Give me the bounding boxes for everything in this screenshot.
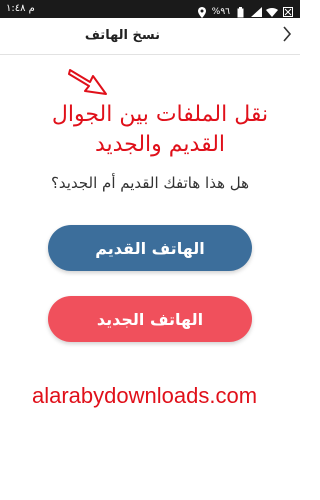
page-title: نسخ الهاتف xyxy=(84,28,160,43)
new-phone-button[interactable]: الهاتف الجديد xyxy=(48,296,252,342)
question-text: هل هذا هاتفك القديم أم الجديد؟ xyxy=(50,174,250,192)
annotation-line-2: القديم والجديد xyxy=(94,132,226,157)
watermark: alarabydownloads.com xyxy=(32,383,258,408)
notification-icon xyxy=(282,6,294,18)
location-icon xyxy=(196,6,208,18)
chevron-right-icon xyxy=(282,26,292,46)
back-button[interactable] xyxy=(274,18,300,54)
status-time: م ١:٤٨ xyxy=(6,3,35,14)
bottom-strip xyxy=(0,492,300,500)
arrow-icon xyxy=(68,60,112,96)
annotation-caption: نقل الملفات بين الجوال القديم والجديد xyxy=(40,100,280,160)
app-header: نسخ الهاتف xyxy=(0,18,300,55)
phone-clone-screen: م ١:٤٨ %٩٦ نسخ الهاتف نقل الملفات بين ال… xyxy=(0,0,300,500)
wifi-icon xyxy=(266,6,278,18)
annotation-line-1: نقل الملفات بين الجوال xyxy=(51,102,269,127)
battery-icon xyxy=(234,6,246,18)
old-phone-button[interactable]: الهاتف القديم xyxy=(48,225,252,271)
signal-icon xyxy=(250,6,262,18)
status-bar: م ١:٤٨ %٩٦ xyxy=(0,0,300,18)
